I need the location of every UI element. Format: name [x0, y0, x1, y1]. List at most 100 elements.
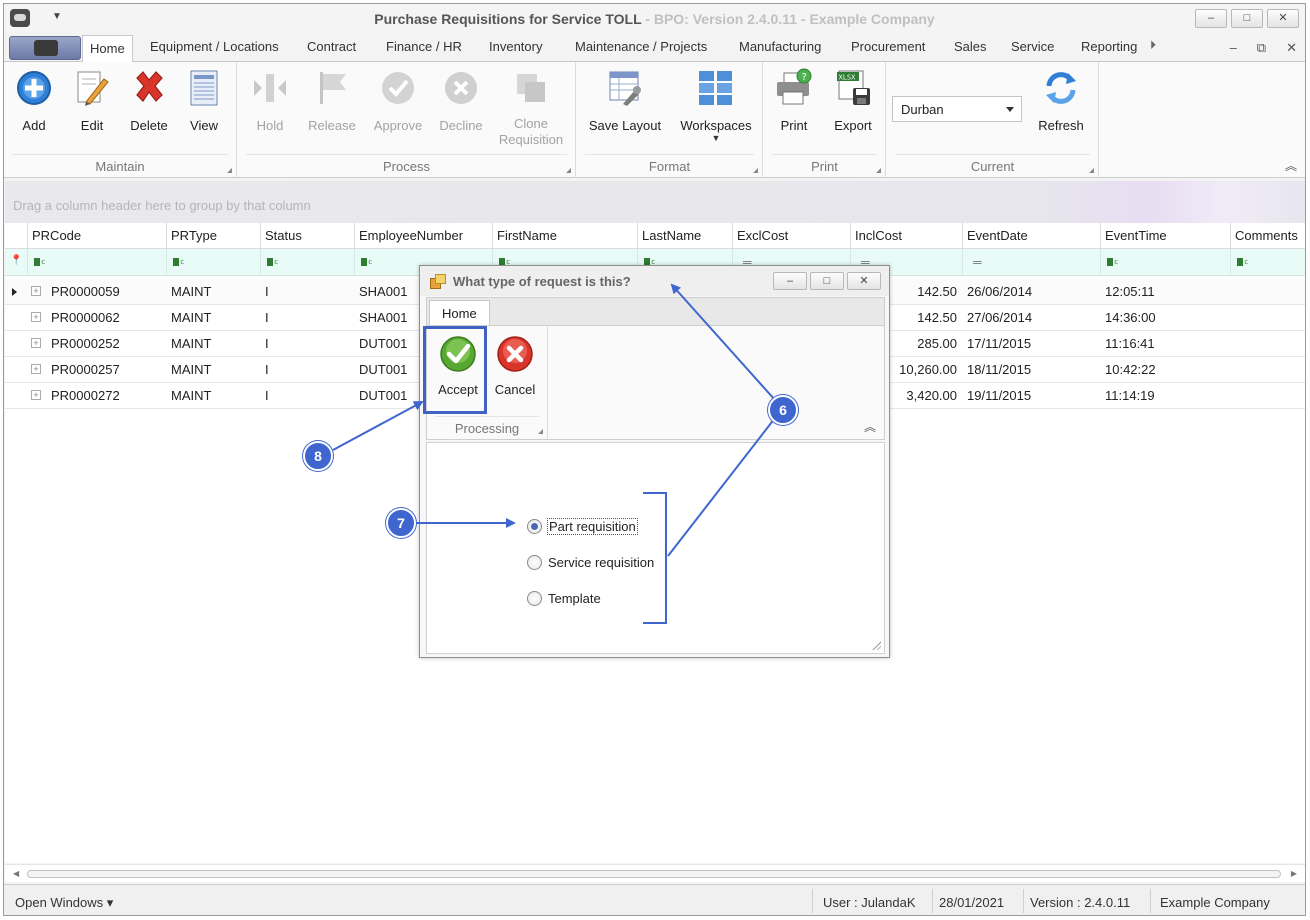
resize-grip-icon[interactable] — [871, 640, 881, 650]
expand-row-icon[interactable]: + — [31, 364, 41, 374]
expand-row-icon[interactable]: + — [31, 286, 41, 296]
close-button[interactable]: ✕ — [1267, 9, 1299, 28]
horizontal-scrollbar[interactable]: ◀ ▶ — [5, 864, 1305, 882]
site-combo[interactable]: Durban — [892, 96, 1022, 122]
column-header-eventtime[interactable]: EventTime — [1100, 223, 1230, 249]
tab-maintenance-projects[interactable]: Maintenance / Projects — [575, 39, 707, 54]
delete-x-icon — [129, 68, 169, 108]
tab-service[interactable]: Service — [1011, 39, 1054, 54]
filter-cell-prtype[interactable]: c — [166, 249, 260, 276]
view-button[interactable]: View — [184, 68, 224, 134]
tab-sales[interactable]: Sales — [954, 39, 987, 54]
expand-row-icon[interactable]: + — [31, 390, 41, 400]
mdi-restore-button[interactable]: ⧉ — [1257, 40, 1266, 56]
filter-cell-eventtime[interactable]: c — [1100, 249, 1230, 276]
chevron-down-icon — [1006, 107, 1014, 112]
mdi-minimize-button[interactable]: – — [1230, 40, 1237, 56]
tab-inventory[interactable]: Inventory — [489, 39, 542, 54]
column-header-firstname[interactable]: FirstName — [492, 223, 637, 249]
column-header-exclcost[interactable]: ExclCost — [732, 223, 850, 249]
group-launcher-icon[interactable] — [753, 168, 758, 173]
group-launcher-icon[interactable] — [538, 429, 543, 434]
filter-cell-eventdate[interactable]: ═ — [962, 249, 1100, 276]
option-template[interactable]: Template — [527, 591, 601, 606]
option-service-requisition[interactable]: Service requisition — [527, 555, 654, 570]
approve-button[interactable]: Approve — [370, 68, 426, 134]
view-document-icon — [184, 68, 224, 108]
group-launcher-icon[interactable] — [876, 168, 881, 173]
tab-equipment-locations[interactable]: Equipment / Locations — [150, 39, 279, 54]
status-user: User : JulandaK — [823, 895, 916, 910]
dialog-minimize-button[interactable]: – — [773, 272, 807, 290]
export-button[interactable]: XLSX Export — [828, 68, 878, 134]
column-header-status[interactable]: Status — [260, 223, 354, 249]
hold-button[interactable]: Hold — [250, 68, 290, 134]
group-launcher-icon[interactable] — [1089, 168, 1094, 173]
dialog-tab-home[interactable]: Home — [429, 300, 490, 327]
application-menu-button[interactable] — [9, 36, 81, 60]
clone-requisition-button[interactable]: Clone Requisition — [496, 68, 566, 148]
dialog-title-bar[interactable]: What type of request is this? – □ ✕ — [420, 266, 889, 296]
group-by-panel[interactable]: Drag a column header here to group by th… — [5, 181, 1305, 223]
refresh-button[interactable]: Refresh — [1032, 68, 1090, 134]
delete-button[interactable]: Delete — [126, 68, 172, 134]
expand-row-icon[interactable]: + — [31, 312, 41, 322]
callout-7: 7 — [386, 508, 416, 538]
decline-button[interactable]: Decline — [436, 68, 486, 134]
filter-cell-prcode[interactable]: c — [27, 249, 166, 276]
dialog-close-button[interactable]: ✕ — [847, 272, 881, 290]
option-part-requisition[interactable]: Part requisition — [527, 518, 638, 535]
column-header-comments[interactable]: Comments — [1230, 223, 1305, 249]
svg-text:XLSX: XLSX — [839, 74, 857, 82]
collapse-ribbon-icon[interactable]: ︽ — [1285, 157, 1297, 174]
filter-cell-status[interactable]: c — [260, 249, 354, 276]
dialog-collapse-ribbon-icon[interactable]: ︽ — [864, 418, 876, 435]
add-button[interactable]: Add — [14, 68, 54, 134]
tab-reporting[interactable]: Reporting — [1081, 39, 1137, 54]
mdi-close-button[interactable]: ✕ — [1286, 40, 1297, 56]
print-button[interactable]: ? Print — [772, 68, 816, 134]
column-header-inclcost[interactable]: InclCost — [850, 223, 962, 249]
dialog-maximize-button[interactable]: □ — [810, 272, 844, 290]
bpo-logo-icon — [34, 40, 58, 56]
filter-cell-comments[interactable]: c — [1230, 249, 1305, 276]
column-header-prtype[interactable]: PRType — [166, 223, 260, 249]
workspaces-button[interactable]: Workspaces ▼ — [677, 68, 755, 143]
edit-button[interactable]: Edit — [72, 68, 112, 134]
cancel-button[interactable]: Cancel — [490, 334, 540, 398]
scroll-left-icon[interactable]: ◀ — [13, 869, 19, 878]
radio-template[interactable] — [527, 591, 542, 606]
save-layout-button[interactable]: Save Layout — [585, 68, 665, 134]
radio-service-requisition[interactable] — [527, 555, 542, 570]
tab-home[interactable]: Home — [82, 35, 133, 63]
scrollbar-thumb[interactable] — [27, 870, 1281, 878]
save-layout-icon — [605, 68, 645, 108]
tabs-scroll-right-icon[interactable]: ⏵ — [1150, 38, 1156, 53]
svg-text:?: ? — [802, 72, 807, 83]
maximize-button[interactable]: □ — [1231, 9, 1263, 28]
tab-procurement[interactable]: Procurement — [851, 39, 925, 54]
column-header-prcode[interactable]: PRCode — [27, 223, 166, 249]
tab-manufacturing[interactable]: Manufacturing — [739, 39, 821, 54]
release-button[interactable]: Release — [306, 68, 358, 134]
tab-finance-hr[interactable]: Finance / HR — [386, 39, 462, 54]
ribbon-group-label: Maintain — [95, 159, 145, 174]
column-header-eventdate[interactable]: EventDate — [962, 223, 1100, 249]
hold-icon — [250, 68, 290, 108]
expand-row-icon[interactable]: + — [31, 338, 41, 348]
grid-header-row: PRCode PRType Status EmployeeNumber Firs… — [5, 223, 1305, 249]
text-filter-icon: c — [361, 258, 372, 266]
column-header-lastname[interactable]: LastName — [637, 223, 732, 249]
column-header-employeenumber[interactable]: EmployeeNumber — [354, 223, 492, 249]
workspaces-grid-icon — [696, 68, 736, 108]
open-windows-menu[interactable]: Open Windows ▾ — [15, 895, 113, 911]
group-launcher-icon[interactable] — [227, 168, 232, 173]
minimize-button[interactable]: – — [1195, 9, 1227, 28]
edit-pencil-icon — [72, 68, 112, 108]
callout-8: 8 — [303, 441, 333, 471]
scroll-right-icon[interactable]: ▶ — [1291, 869, 1297, 878]
group-launcher-icon[interactable] — [566, 168, 571, 173]
clone-icon — [511, 68, 551, 108]
tab-contract[interactable]: Contract — [307, 39, 356, 54]
radio-part-requisition[interactable] — [527, 519, 542, 534]
